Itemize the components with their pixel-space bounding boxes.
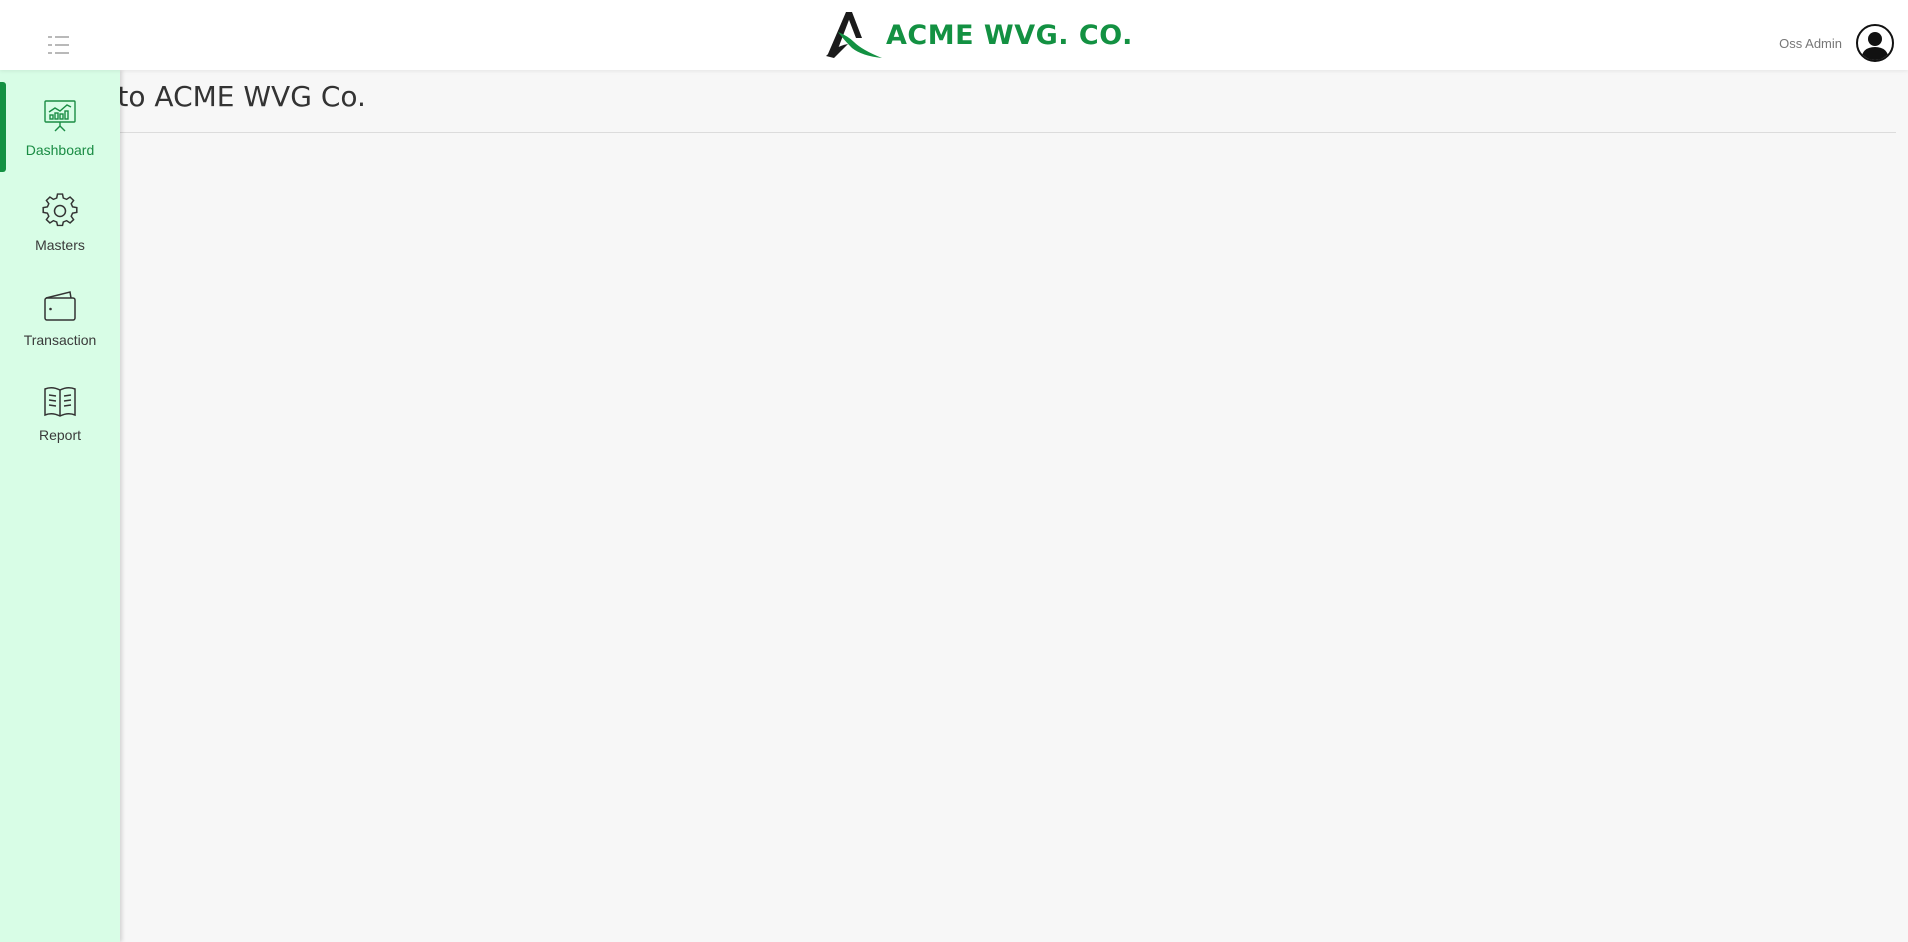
sidebar-item-label: Dashboard [25, 142, 95, 158]
wallet-icon [44, 291, 76, 321]
open-book-icon [44, 386, 76, 417]
top-header: ACME WVG. CO. Oss Admin [0, 0, 1908, 70]
sidebar-item-masters[interactable]: Masters [0, 177, 120, 269]
menu-list-icon[interactable] [48, 36, 72, 54]
sidebar: Dashboard Masters Transaction Report [0, 70, 120, 942]
brand-mark-icon [826, 12, 882, 58]
title-divider [64, 132, 1896, 133]
sidebar-item-label: Report [38, 427, 82, 443]
user-avatar-icon[interactable] [1856, 24, 1894, 62]
sidebar-item-transaction[interactable]: Transaction [0, 272, 120, 364]
dashboard-presentation-icon [44, 100, 76, 132]
sidebar-item-label: Masters [35, 237, 85, 253]
sidebar-item-report[interactable]: Report [0, 367, 120, 459]
brand-name: ACME WVG. CO. [886, 19, 1133, 51]
gear-icon [42, 193, 78, 227]
sidebar-item-dashboard[interactable]: Dashboard [0, 82, 120, 174]
brand-logo[interactable]: ACME WVG. CO. [822, 8, 1133, 62]
main-content: me to ACME WVG Co. [0, 70, 1908, 942]
sidebar-item-label: Transaction [23, 332, 97, 348]
user-menu[interactable]: Oss Admin [1779, 24, 1894, 62]
user-name: Oss Admin [1779, 35, 1842, 51]
